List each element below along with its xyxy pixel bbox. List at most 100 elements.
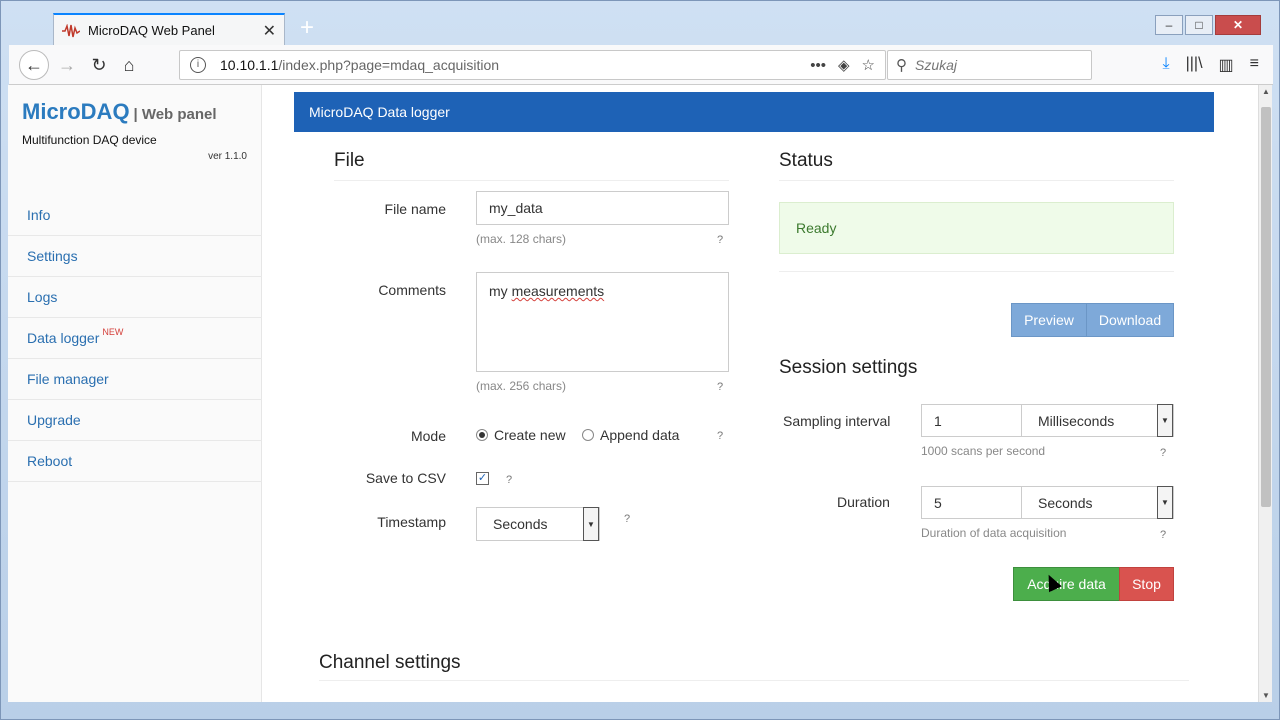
scroll-down-icon[interactable]: ▼ xyxy=(1259,691,1273,700)
library-icon[interactable]: |||\ xyxy=(1186,55,1203,75)
preview-button[interactable]: Preview xyxy=(1011,303,1087,337)
browser-toolbar: ← → ↻ ⌂ i 10.10.1.1/index.php?page=mdaq_… xyxy=(9,45,1273,85)
sidebar-item-label: File manager xyxy=(27,371,109,387)
minimize-icon[interactable]: – xyxy=(1155,15,1183,35)
file-name-label: File name xyxy=(384,201,446,217)
brand: MicroDAQ | Web panel Multifunction DAQ d… xyxy=(8,85,261,162)
forward-icon[interactable]: → xyxy=(53,51,81,79)
window-controls: – □ ✕ xyxy=(1153,15,1261,35)
duration-label: Duration xyxy=(837,494,890,510)
divider xyxy=(779,271,1174,272)
csv-checkbox[interactable]: ✓ xyxy=(476,472,489,485)
comments-help[interactable]: ? xyxy=(717,381,723,393)
tab-title: MicroDAQ Web Panel xyxy=(88,23,215,38)
sidebar-nav: Info Settings Logs Data logger NEW File m… xyxy=(8,195,262,482)
radio-create-new[interactable] xyxy=(476,429,488,442)
sampling-hint: 1000 scans per second xyxy=(921,444,1046,458)
sidebar-item-settings[interactable]: Settings xyxy=(8,236,262,277)
brand-tagline: Multifunction DAQ device xyxy=(22,133,157,147)
sidebar-item-reboot[interactable]: Reboot xyxy=(8,441,262,482)
search-icon: ⚲ xyxy=(896,57,907,74)
scrollbar-thumb[interactable] xyxy=(1261,107,1271,507)
web-page: MicroDAQ | Web panel Multifunction DAQ d… xyxy=(8,85,1266,702)
sampling-label: Sampling interval xyxy=(783,413,891,429)
new-tab-icon[interactable]: + xyxy=(293,15,321,43)
file-section: File File name my_data (max. 128 chars) … xyxy=(334,150,734,541)
toolbar-icons: ⤓ |||\ ▥ ≡ xyxy=(1163,55,1259,75)
file-name-input[interactable]: my_data xyxy=(476,191,729,225)
duration-hint: Duration of data acquisition xyxy=(921,526,1067,540)
duration-unit-select[interactable]: Seconds ▼ xyxy=(1021,486,1174,519)
download-button[interactable]: Download xyxy=(1086,303,1174,337)
page-scrollbar[interactable]: ▲ ▼ xyxy=(1258,85,1272,702)
csv-help[interactable]: ? xyxy=(506,474,512,486)
bookmark-star-icon[interactable]: ☆ xyxy=(862,56,875,74)
new-badge: NEW xyxy=(102,327,124,337)
sampling-unit-select[interactable]: Milliseconds ▼ xyxy=(1021,404,1174,437)
mode-create-option[interactable]: Create new xyxy=(476,427,566,443)
duration-help[interactable]: ? xyxy=(1160,529,1166,541)
comments-textarea[interactable]: my measurements xyxy=(476,272,729,372)
browser-tab[interactable]: MicroDAQ Web Panel ✕ xyxy=(53,13,285,46)
sidebar-item-info[interactable]: Info xyxy=(8,195,262,236)
search-input[interactable] xyxy=(915,57,1065,73)
sidebar-icon[interactable]: ▥ xyxy=(1219,55,1234,75)
window-close-icon[interactable]: ✕ xyxy=(1215,15,1261,35)
chevron-down-icon[interactable]: ▼ xyxy=(1157,486,1173,519)
duration-unit-value: Seconds xyxy=(1038,494,1093,511)
close-tab-icon[interactable]: ✕ xyxy=(263,21,276,41)
sidebar-item-logs[interactable]: Logs xyxy=(8,277,262,318)
sidebar-item-data-logger[interactable]: Data logger NEW xyxy=(8,318,262,359)
brand-name[interactable]: MicroDAQ xyxy=(22,99,130,124)
duration-input[interactable]: 5 xyxy=(921,486,1022,519)
back-icon[interactable]: ← xyxy=(19,50,49,80)
menu-icon[interactable]: ≡ xyxy=(1250,55,1259,75)
search-bar[interactable]: ⚲ xyxy=(887,50,1092,80)
session-title: Session settings xyxy=(779,357,918,378)
pocket-icon[interactable]: ◈ xyxy=(838,56,850,74)
acquire-data-button[interactable]: Acquire data xyxy=(1013,567,1120,601)
waveform-icon xyxy=(62,23,80,37)
file-name-hint: (max. 128 chars) xyxy=(476,232,567,246)
channel-settings-title: Channel settings xyxy=(319,652,1189,681)
timestamp-select[interactable]: Seconds ▼ xyxy=(476,507,600,541)
sidebar-item-label: Reboot xyxy=(27,453,73,469)
address-bar[interactable]: i 10.10.1.1/index.php?page=mdaq_acquisit… xyxy=(179,50,886,80)
chevron-down-icon[interactable]: ▼ xyxy=(1157,404,1173,437)
comments-text-misspelled: measurements xyxy=(511,283,605,299)
url-path: /index.php?page=mdaq_acquisition xyxy=(278,57,500,73)
mode-append-option[interactable]: Append data xyxy=(582,427,679,443)
timestamp-value: Seconds xyxy=(493,516,548,532)
url-host: 10.10.1.1 xyxy=(220,57,279,73)
file-title: File xyxy=(334,150,729,181)
download-icon[interactable]: ⤓ xyxy=(1163,55,1170,75)
scroll-up-icon[interactable]: ▲ xyxy=(1259,87,1273,96)
comments-label: Comments xyxy=(378,282,446,298)
page-header: MicroDAQ Data logger xyxy=(294,92,1214,132)
reload-icon[interactable]: ↻ xyxy=(85,51,113,79)
brand-suffix: | Web panel xyxy=(133,106,217,123)
sidebar-item-label: Data logger xyxy=(27,330,100,346)
mode-append-label: Append data xyxy=(600,427,680,443)
sidebar-item-label: Logs xyxy=(27,289,58,305)
sampling-help[interactable]: ? xyxy=(1160,447,1166,459)
chevron-down-icon[interactable]: ▼ xyxy=(583,507,599,541)
sampling-input[interactable]: 1 xyxy=(921,404,1022,437)
stop-button[interactable]: Stop xyxy=(1119,567,1174,601)
sidebar-item-label: Upgrade xyxy=(27,412,81,428)
sidebar-item-label: Info xyxy=(27,207,51,223)
maximize-icon[interactable]: □ xyxy=(1185,15,1213,35)
mode-help[interactable]: ? xyxy=(717,430,723,442)
timestamp-help[interactable]: ? xyxy=(624,513,630,525)
sidebar-item-label: Settings xyxy=(27,248,78,264)
info-icon[interactable]: i xyxy=(190,57,206,73)
comments-hint: (max. 256 chars) xyxy=(476,379,567,393)
sidebar-item-upgrade[interactable]: Upgrade xyxy=(8,400,262,441)
file-name-help[interactable]: ? xyxy=(717,234,723,246)
more-icon[interactable]: ••• xyxy=(810,57,826,74)
radio-append-data[interactable] xyxy=(582,429,594,442)
timestamp-label: Timestamp xyxy=(377,514,446,530)
comments-text: my xyxy=(489,283,508,299)
home-icon[interactable]: ⌂ xyxy=(115,51,143,79)
sidebar-item-file-manager[interactable]: File manager xyxy=(8,359,262,400)
